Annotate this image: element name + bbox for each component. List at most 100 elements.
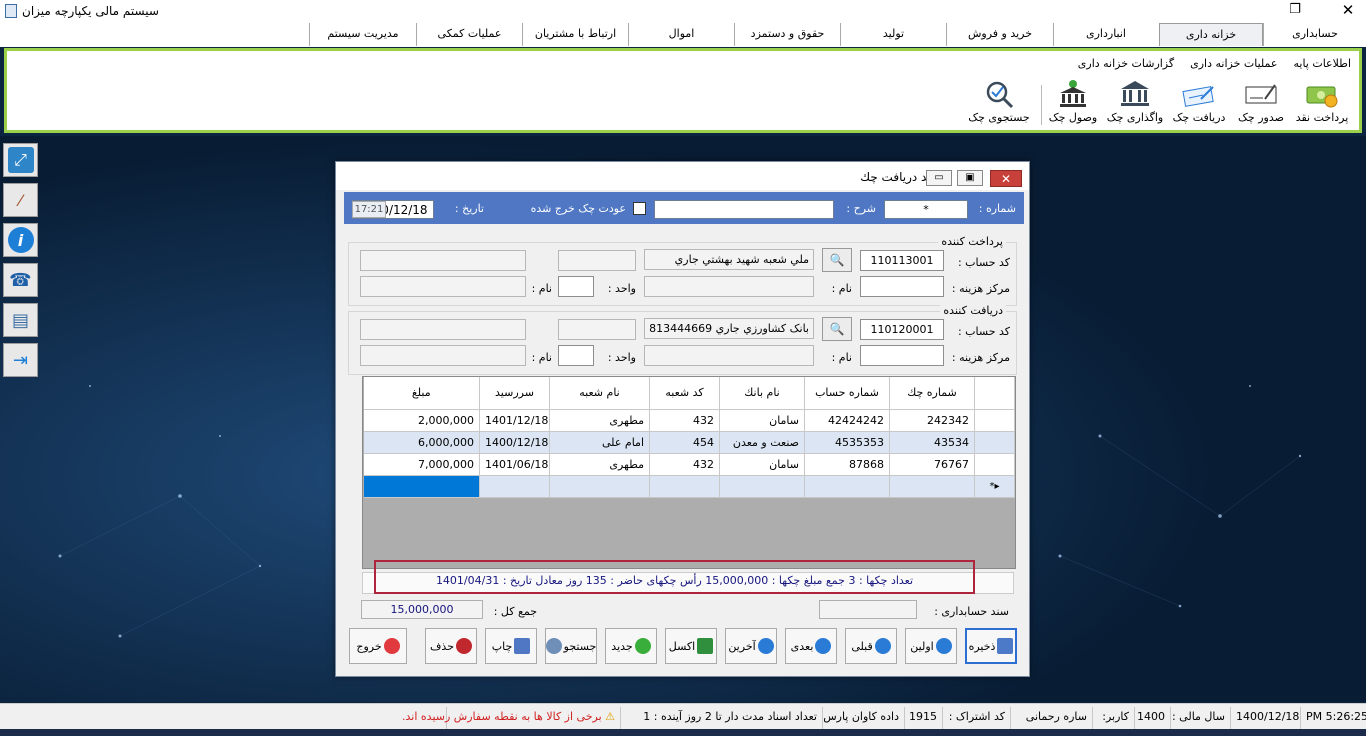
tab-system-admin[interactable]: مدیریت سیستم [309, 23, 416, 46]
search-check-button[interactable]: جستجوی چک [962, 79, 1036, 127]
excel-button[interactable]: اكسل [665, 628, 717, 664]
receiver-unit-field[interactable] [558, 345, 594, 366]
search-check-icon [986, 81, 1014, 109]
cell-branch-name[interactable]: مطهری [549, 409, 650, 432]
issue-check-button[interactable]: صدور چک [1235, 79, 1287, 127]
left-tool-phone[interactable]: ☎ [3, 263, 38, 297]
assign-check-button[interactable]: واگذاری چک [1103, 79, 1167, 127]
new-cell[interactable] [889, 475, 975, 498]
subtab-treasury-reports[interactable]: گزارشات خزانه داری [1078, 57, 1174, 70]
cell-due-date[interactable]: 1400/12/18 [479, 431, 550, 454]
first-button[interactable]: اولین [905, 628, 957, 664]
summary-text: تعداد چکها : 3 جمع مبلغ چکها : 15,000,00… [435, 574, 914, 587]
cell-branch-code[interactable]: 432 [649, 409, 720, 432]
print-button[interactable]: چاپ [485, 628, 537, 664]
receiver-cost-center-field[interactable] [860, 345, 944, 366]
tab-accounting[interactable]: حسابداری [1263, 23, 1366, 46]
payer-unit-name-label: نام : [531, 282, 552, 295]
cell-branch-code[interactable]: 432 [649, 453, 720, 476]
left-tool-resize[interactable]: ⤢ [3, 143, 38, 177]
tab-auxiliary[interactable]: عملیات کمکی [416, 23, 522, 46]
payer-search-button[interactable]: 🔍 [822, 248, 852, 272]
left-tool-notes[interactable]: ▤ [3, 303, 38, 337]
number-field[interactable] [884, 200, 968, 219]
cell-amount[interactable]: 7,000,000 [363, 453, 480, 476]
new-cell[interactable] [549, 475, 650, 498]
cell-amount[interactable]: 6,000,000 [363, 431, 480, 454]
col-account-number[interactable]: شماره حساب [804, 377, 890, 410]
cell-bank-name[interactable]: سامان [719, 409, 805, 432]
tab-payroll[interactable]: حقوق و دستمزد [734, 23, 840, 46]
summary-highlight: تعداد چکها : 3 جمع مبلغ چکها : 15,000,00… [374, 560, 975, 594]
subtab-basic-info[interactable]: اطلاعات پایه [1293, 57, 1351, 70]
cell-bank-name[interactable]: صنعت و معدن [719, 431, 805, 454]
return-check-checkbox[interactable] [633, 202, 646, 215]
cell-branch-code[interactable]: 454 [649, 431, 720, 454]
left-tool-exit[interactable]: ⇥ [3, 343, 38, 377]
payer-account-code[interactable]: 110113001 [860, 250, 944, 271]
receive-check-button[interactable]: دریافت چک [1170, 79, 1228, 127]
receiver-account-code[interactable]: 110120001 [860, 319, 944, 340]
cell-bank-name[interactable]: سامان [719, 453, 805, 476]
new-cell[interactable] [719, 475, 805, 498]
payer-cost-center-field[interactable] [860, 276, 944, 297]
tab-inventory[interactable]: انبارداری [1053, 23, 1158, 46]
cell-account-number[interactable]: 42424242 [804, 409, 890, 432]
minimize-icon[interactable]: ▭ [926, 170, 952, 186]
payer-name-label: نام : [831, 282, 852, 295]
cell-account-number[interactable]: 87868 [804, 453, 890, 476]
col-branch-name[interactable]: نام شعبه [549, 377, 650, 410]
next-button[interactable]: بعدی [785, 628, 837, 664]
table-row[interactable]: 43534 4535353 صنعت و معدن 454 امام علی 1… [363, 431, 1015, 454]
last-button[interactable]: آخرین [725, 628, 777, 664]
tab-treasury[interactable]: خزانه داری [1159, 23, 1263, 46]
cell-check-number[interactable]: 242342 [889, 409, 975, 432]
status-fiscal-year-label: سال مالی : [1170, 707, 1230, 729]
new-cell[interactable] [649, 475, 720, 498]
cell-account-number[interactable]: 4535353 [804, 431, 890, 454]
tab-crm[interactable]: ارتباط با مشتریان [522, 23, 628, 46]
description-field[interactable] [654, 200, 834, 219]
cell-check-number[interactable]: 43534 [889, 431, 975, 454]
tab-assets[interactable]: اموال [628, 23, 734, 46]
save-button[interactable]: ذخیره [965, 628, 1017, 664]
col-bank-name[interactable]: نام بانك [719, 377, 805, 410]
delete-icon [456, 638, 472, 654]
tab-production[interactable]: تولید [840, 23, 946, 46]
col-due-date[interactable]: سررسيد [479, 377, 550, 410]
cell-amount[interactable]: 2,000,000 [363, 409, 480, 432]
cell-branch-name[interactable]: امام علی [549, 431, 650, 454]
collect-check-button[interactable]: وصول چک [1045, 79, 1101, 127]
new-cell[interactable] [804, 475, 890, 498]
close-icon[interactable]: ✕ [1340, 2, 1356, 18]
cell-check-number[interactable]: 76767 [889, 453, 975, 476]
cell-branch-name[interactable]: مطهری [549, 453, 650, 476]
left-tool-info[interactable]: i [3, 223, 38, 257]
delete-button[interactable]: حذف [425, 628, 477, 664]
new-cell[interactable] [479, 475, 550, 498]
table-row[interactable]: 242342 42424242 سامان 432 مطهری 1401/12/… [363, 409, 1015, 432]
dialog-close-icon[interactable]: ✕ [990, 170, 1022, 187]
cell-due-date[interactable]: 1401/06/18 [479, 453, 550, 476]
cash-payment-button[interactable]: پرداخت نقد [1290, 79, 1354, 127]
selected-cell[interactable] [363, 475, 480, 498]
restore-icon[interactable]: ❐ [1288, 3, 1302, 17]
col-branch-code[interactable]: كد شعبه [649, 377, 720, 410]
checks-table: شماره چك شماره حساب نام بانك كد شعبه نام… [363, 377, 1015, 498]
cell-due-date[interactable]: 1401/12/18 [479, 409, 550, 432]
col-amount[interactable]: مبلغ [363, 377, 480, 410]
table-row[interactable]: 76767 87868 سامان 432 مطهری 1401/06/18 7… [363, 453, 1015, 476]
receiver-search-button[interactable]: 🔍 [822, 317, 852, 341]
new-button[interactable]: جدید [605, 628, 657, 664]
exit-button[interactable]: خروج [349, 628, 407, 664]
search-button[interactable]: جستجو [545, 628, 597, 664]
tab-purchase-sales[interactable]: خرید و فروش [946, 23, 1053, 46]
payer-unit-field[interactable] [558, 276, 594, 297]
left-tool-wand[interactable]: ⁄ [3, 183, 38, 217]
receiver-extra-field [558, 319, 636, 340]
maximize-icon[interactable]: ▣ [957, 170, 983, 186]
new-row[interactable]: ▸* [363, 475, 1015, 498]
subtab-treasury-ops[interactable]: عملیات خزانه داری [1190, 57, 1277, 70]
previous-button[interactable]: قبلی [845, 628, 897, 664]
col-check-number[interactable]: شماره چك [889, 377, 975, 410]
